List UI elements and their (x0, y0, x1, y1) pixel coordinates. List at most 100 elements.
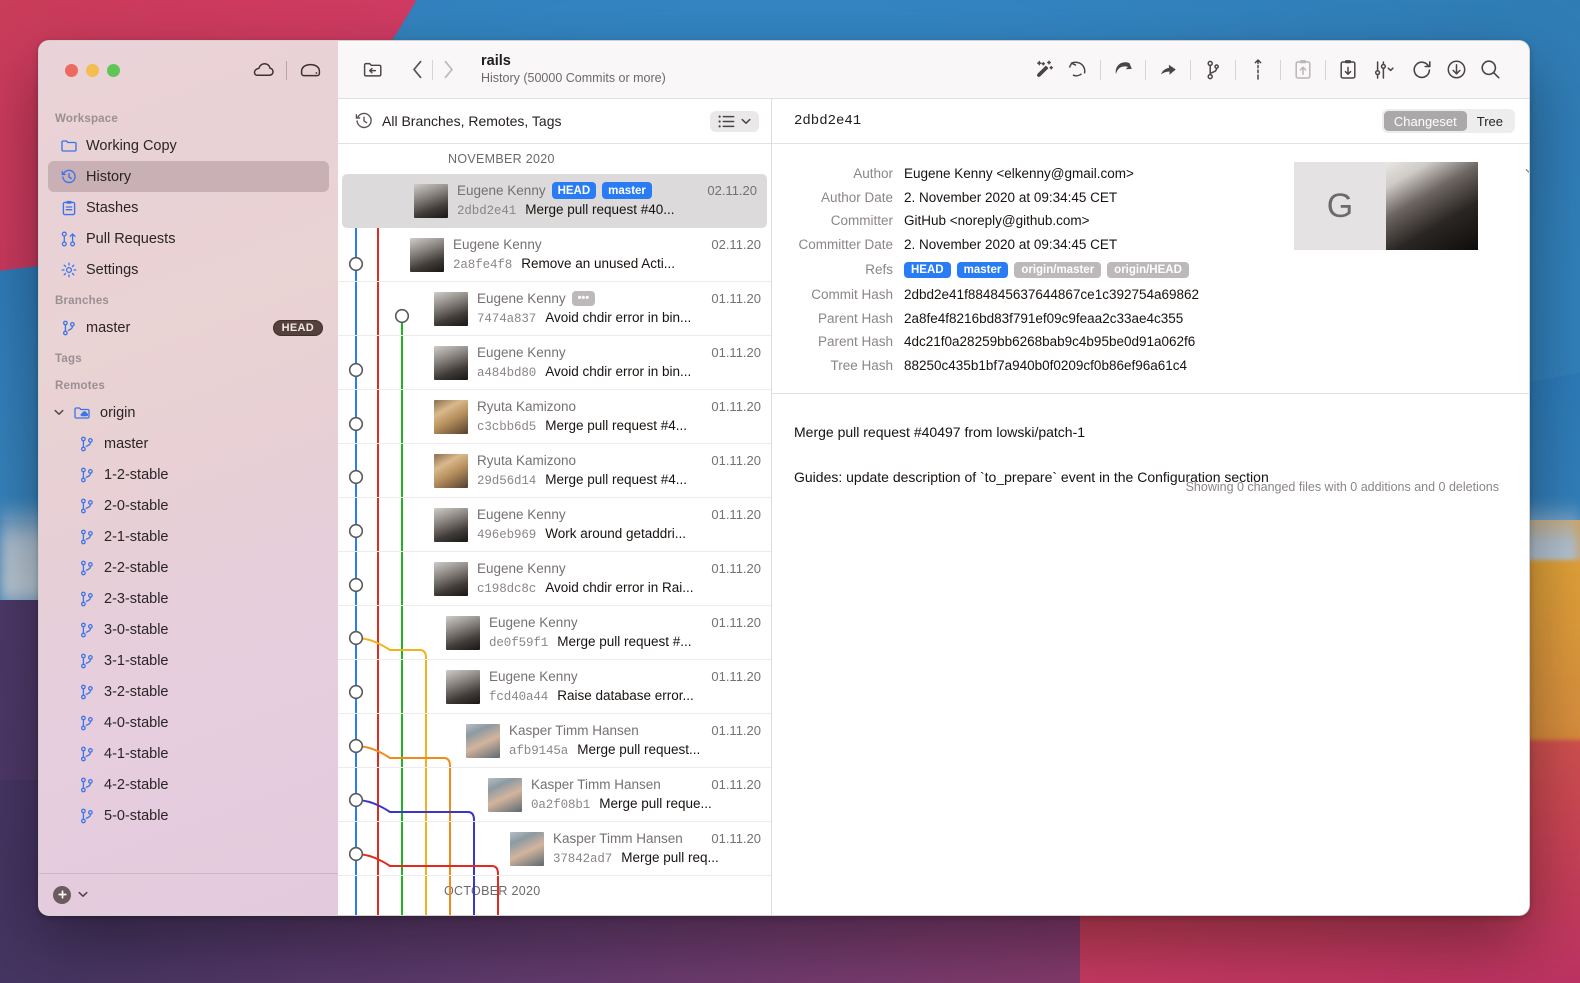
commit-message: Remove an unused Acti... (521, 255, 675, 273)
window-traffic-lights (65, 64, 120, 77)
metadata-value: 88250c435b1bf7a940b0f0209cf0b86ef96a61c4 (904, 358, 1187, 373)
commit-row[interactable]: Eugene Kenny 02.11.20 2a8fe4f8 Remove an… (338, 228, 771, 282)
commit-message: Work around getaddri... (545, 525, 686, 543)
back-button[interactable] (402, 56, 432, 84)
commit-row[interactable]: Ryuta Kamizono 01.11.20 29d56d14 Merge p… (338, 444, 771, 498)
redo-icon[interactable] (1106, 55, 1140, 85)
sidebar-item-origin-4-2-stable[interactable]: 4-2-stable (48, 769, 329, 800)
more-refs-badge[interactable]: ••• (572, 291, 596, 306)
quick-actions-icon[interactable] (1027, 55, 1061, 85)
toolbar-title-block: rails History (50000 Commits or more) (481, 53, 666, 87)
forward-button[interactable] (433, 56, 463, 84)
ref-pill-master[interactable]: master (957, 262, 1009, 278)
commit-row[interactable]: Eugene Kenny 01.11.20 c198dc8c Avoid chd… (338, 552, 771, 606)
avatar (414, 184, 448, 218)
push-icon[interactable] (1151, 55, 1185, 85)
sidebar-item-origin-4-0-stable[interactable]: 4-0-stable (48, 707, 329, 738)
pull-icon[interactable] (1439, 55, 1473, 85)
commit-row[interactable]: Eugene Kenny 01.11.20 fcd40a44 Raise dat… (338, 660, 771, 714)
unstash-icon[interactable] (1331, 55, 1365, 85)
commit-row[interactable]: Kasper Timm Hansen 01.11.20 0a2f08b1 Mer… (338, 768, 771, 822)
sidebar-item-working-copy[interactable]: Working Copy (48, 130, 329, 161)
avatar (434, 292, 468, 326)
sidebar-item-label: 2-0-stable (104, 498, 168, 514)
cloud-icon[interactable] (249, 57, 277, 83)
commit-date: 01.11.20 (711, 452, 771, 469)
chevron-down-icon[interactable] (1525, 168, 1530, 176)
commit-list-scroll[interactable]: NOVEMBER 2020 Eugene Kenny HEAD master 0… (338, 144, 771, 915)
tag-icon[interactable] (1241, 55, 1275, 85)
sidebar-item-origin-2-0-stable[interactable]: 2-0-stable (48, 490, 329, 521)
sidebar-item-remote-origin[interactable]: origin (48, 397, 329, 428)
commit-row[interactable]: Eugene Kenny HEAD master 02.11.20 2dbd2e… (342, 174, 767, 228)
commit-message: Merge pull request #4... (545, 417, 687, 435)
refresh-icon[interactable] (1405, 55, 1439, 85)
drive-icon[interactable] (296, 57, 324, 83)
chevron-down-icon[interactable] (52, 409, 65, 416)
commit-row[interactable]: Kasper Timm Hansen 01.11.20 37842ad7 Mer… (338, 822, 771, 876)
commit-message: Avoid chdir error in bin... (545, 309, 691, 327)
sidebar-item-origin-2-3-stable[interactable]: 2-3-stable (48, 583, 329, 614)
metadata-row-author-date: Author Date 2. November 2020 at 09:34:45… (782, 186, 1294, 210)
sidebar-item-origin-3-2-stable[interactable]: 3-2-stable (48, 676, 329, 707)
close-button[interactable] (65, 64, 78, 77)
ref-pill-head[interactable]: HEAD (904, 262, 951, 278)
settings-sliders-icon[interactable] (1365, 55, 1405, 85)
refs-list: HEAD master origin/master origin/HEAD (904, 262, 1189, 278)
commit-author: Kasper Timm Hansen (531, 776, 661, 794)
sidebar-footer (39, 873, 338, 915)
avatar (466, 724, 500, 758)
view-mode-segmented-control[interactable]: Changeset Tree (1382, 109, 1515, 133)
minimize-button[interactable] (86, 64, 99, 77)
titlebar-divider (286, 61, 287, 80)
sidebar-item-branch-master[interactable]: master HEAD (48, 312, 329, 343)
sidebar-item-origin-5-0-stable[interactable]: 5-0-stable (48, 800, 329, 831)
branch-icon (78, 497, 95, 514)
plus-circle-icon[interactable] (53, 886, 71, 904)
sidebar-item-origin-2-1-stable[interactable]: 2-1-stable (48, 521, 329, 552)
sidebar-content[interactable]: Workspace Working Copy History Stashes (39, 99, 338, 873)
sidebar-item-stashes[interactable]: Stashes (48, 192, 329, 223)
sidebar-item-origin-4-1-stable[interactable]: 4-1-stable (48, 738, 329, 769)
detail-header: 2dbd2e41 Changeset Tree (772, 99, 1529, 144)
ref-pill-origin-head[interactable]: origin/HEAD (1107, 262, 1189, 278)
commit-row[interactable]: Ryuta Kamizono 01.11.20 c3cbb6d5 Merge p… (338, 390, 771, 444)
open-repository-icon[interactable] (358, 56, 388, 84)
sidebar-item-settings[interactable]: Settings (48, 254, 329, 285)
commit-row[interactable]: Kasper Timm Hansen 01.11.20 afb9145a Mer… (338, 714, 771, 768)
commit-hash: 37842ad7 (553, 851, 612, 868)
undo-icon[interactable] (1061, 55, 1095, 85)
search-icon[interactable] (1473, 55, 1507, 85)
sidebar-item-origin-2-2-stable[interactable]: 2-2-stable (48, 552, 329, 583)
sidebar-item-label: 4-0-stable (104, 715, 168, 731)
sidebar-item-origin-3-0-stable[interactable]: 3-0-stable (48, 614, 329, 645)
commit-hash: 7474a837 (477, 311, 536, 328)
chevron-down-icon[interactable] (78, 891, 88, 898)
commit-row[interactable]: Eugene Kenny ••• 01.11.20 7474a837 Avoid… (338, 282, 771, 336)
commit-hash: 29d56d14 (477, 473, 536, 490)
tab-changeset[interactable]: Changeset (1384, 111, 1467, 131)
list-view-toggle[interactable] (710, 111, 759, 132)
sidebar-item-pull-requests[interactable]: Pull Requests (48, 223, 329, 254)
commit-message: Raise database error... (557, 687, 694, 705)
commit-date: 01.11.20 (711, 506, 771, 523)
sidebar-item-origin-master[interactable]: master (48, 428, 329, 459)
commit-hash: 0a2f08b1 (531, 797, 590, 814)
branch-icon[interactable] (1196, 55, 1230, 85)
commit-row[interactable]: Eugene Kenny 01.11.20 a484bd80 Avoid chd… (338, 336, 771, 390)
sidebar-item-origin-1-2-stable[interactable]: 1-2-stable (48, 459, 329, 490)
avatar (410, 238, 444, 272)
commit-detail-column: 2dbd2e41 Changeset Tree Author Eugene Ke… (772, 99, 1529, 915)
ref-pill-origin-master[interactable]: origin/master (1014, 262, 1101, 278)
metadata-key: Commit Hash (782, 287, 904, 302)
tab-tree[interactable]: Tree (1467, 111, 1513, 131)
sidebar-item-origin-3-1-stable[interactable]: 3-1-stable (48, 645, 329, 676)
stash-icon[interactable] (1286, 55, 1320, 85)
sidebar-item-history[interactable]: History (48, 161, 329, 192)
commit-row[interactable]: Eugene Kenny 01.11.20 496eb969 Work arou… (338, 498, 771, 552)
zoom-button[interactable] (107, 64, 120, 77)
metadata-row-parent-hash-1: Parent Hash 2a8fe4f8216bd83f791ef09c9fea… (782, 307, 1294, 331)
metadata-row-author: Author Eugene Kenny <elkenny@gmail.com> (782, 162, 1294, 186)
commit-row[interactable]: Eugene Kenny 01.11.20 de0f59f1 Merge pul… (338, 606, 771, 660)
commit-date: 01.11.20 (711, 344, 771, 361)
